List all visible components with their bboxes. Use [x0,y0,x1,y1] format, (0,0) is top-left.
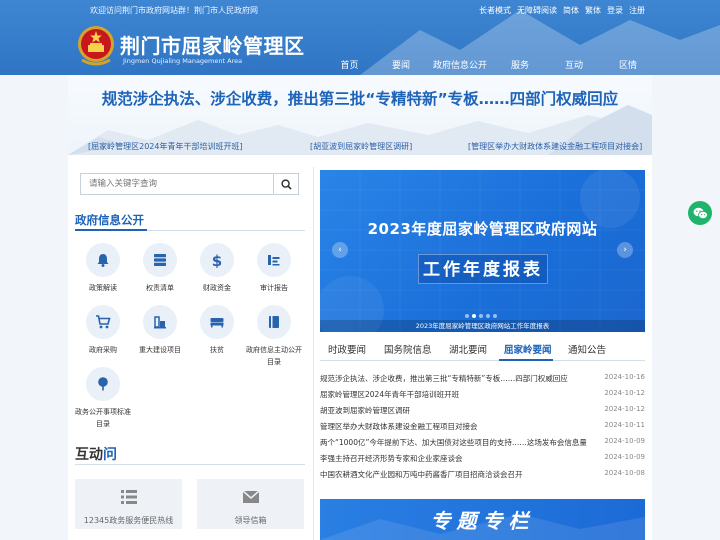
headline-banner: 规范涉企执法、涉企收费，推出第三批“专精特新”专板……四部门权威回应 [屈家岭管… [68,75,652,155]
chevron-right-icon: › [623,245,627,255]
feature-carousel[interactable]: 2023年度屈家岭管理区政府网站 工作年度报表 ‹ › 2023年度屈家岭管理区… [320,170,645,332]
elder-mode-link[interactable]: 长者模式 [479,5,511,16]
list-item[interactable]: 两个“1000亿”今年提前下达、加大国债对这些项目的支持……这场发布会信息量 20… [320,435,645,451]
carousel-next-button[interactable]: › [617,242,633,258]
sublink-research-visit[interactable]: [胡亚波到屈家岭管理区调研] [310,141,412,152]
nav-home[interactable]: 首页 [322,58,377,71]
list-item[interactable]: 规范涉企执法、涉企收费，推出第三批“专精特新”专板……四部门权威回应 2024-1… [320,371,645,387]
list-icon [120,490,137,504]
sublink-finance-meeting[interactable]: [管理区举办大财政体系建设金融工程项目对接会] [468,141,642,152]
nav-service[interactable]: 服务 [495,58,545,71]
gov-info-title: 政府信息公开 [75,213,144,227]
building-icon [154,316,166,329]
news-list: 规范涉企执法、涉企收费，推出第三批“专精特新”专板……四部门权威回应 2024-1… [320,371,645,483]
cart-icon [96,315,111,329]
simplified-chinese-link[interactable]: 简体 [563,5,579,16]
tab-notices[interactable]: 通知公告 [568,342,606,356]
list-item[interactable]: 屈家岭管理区2024年青年干部培训班开班 2024-10-12 [320,387,645,403]
gov-item-major-projects[interactable]: 重大建设项目 [131,305,189,356]
news-tabs: 时政要闻 国务院信息 湖北要闻 屈家岭要闻 通知公告 [320,339,645,361]
gov-item-audit-report[interactable]: 审计报告 [245,243,303,294]
register-link[interactable]: 注册 [629,5,645,16]
gov-item-policy-interpretation[interactable]: 政策解读 [74,243,132,294]
server-icon [154,254,166,266]
mail-icon [242,490,259,503]
chevron-left-icon: ‹ [338,245,342,255]
report-icon [268,255,280,266]
bell-icon [97,254,109,267]
accessibility-link[interactable]: 无障碍阅读 [517,5,557,16]
special-topics-banner[interactable]: 专题专栏 [320,499,645,540]
gov-item-fiscal-funds[interactable]: $ 财政资金 [188,243,246,294]
book-icon [269,316,279,328]
leader-mailbox-button[interactable]: 领导信箱 [197,479,304,529]
interact-title: 互动问 [75,447,117,463]
site-title[interactable]: 荆门市屈家岭管理区 [120,30,305,59]
interact-divider [75,464,305,465]
list-item[interactable]: 中国农耕酒文化产业园和万吨中药酱香厂项目招商洽谈会召开 2024-10-08 [320,467,645,483]
tab-current-affairs[interactable]: 时政要闻 [328,342,366,356]
carousel-dot[interactable] [472,314,476,318]
svg-text:$: $ [212,252,222,268]
carousel-dot[interactable] [465,314,469,318]
national-emblem-icon [78,26,114,66]
column-divider [313,167,314,540]
carousel-dots [465,314,497,318]
nav-interaction[interactable]: 互动 [545,58,603,71]
gov-item-poverty-alleviation[interactable]: 扶贫 [188,305,246,356]
nav-news[interactable]: 要闻 [377,58,425,71]
special-topics-label: 专题专栏 [430,509,535,533]
wechat-button[interactable] [688,201,712,225]
hotline-12345-button[interactable]: 12345政务服务便民热线 [75,479,182,529]
gov-item-power-list[interactable]: 权责清单 [131,243,189,294]
sublink-youth-training[interactable]: [屈家岭管理区2024年青年干部培训班开班] [88,141,243,152]
list-item[interactable]: 管理区举办大财政体系建设金融工程项目对接会 2024-10-11 [320,419,645,435]
search-icon [280,178,292,190]
headline-title[interactable]: 规范涉企执法、涉企收费，推出第三批“专精特新”专板……四部门权威回应 [78,87,642,111]
tab-hubei-news[interactable]: 湖北要闻 [449,342,487,356]
gov-item-standard-catalog[interactable]: 政务公开事项标准目录 [74,367,132,430]
list-item[interactable]: 李强主持召开经济形势专家和企业家座谈会 2024-10-09 [320,451,645,467]
top-links: 长者模式 无障碍阅读 简体 繁体 登录 注册 [479,5,645,16]
welcome-text: 欢迎访问荆门市政府网站群！荆门市人民政府网 [90,6,258,15]
active-tab-indicator [499,359,553,361]
nav-gov-info[interactable]: 政府信息公开 [425,58,495,71]
site-subtitle: Jingmen Qujialing Management Area [123,57,243,65]
search-button[interactable] [273,174,298,194]
login-link[interactable]: 登录 [607,5,623,16]
traditional-chinese-link[interactable]: 繁体 [585,5,601,16]
top-bar: 欢迎访问荆门市政府网站群！荆门市人民政府网 长者模式 无障碍阅读 简体 繁体 登… [0,0,720,20]
search-input[interactable] [81,174,273,194]
dollar-icon: $ [212,252,222,268]
carousel-dot[interactable] [479,314,483,318]
carousel-background [320,170,645,332]
tree-icon [98,377,108,391]
tab-state-council[interactable]: 国务院信息 [384,342,432,356]
carousel-caption: 2023年度屈家岭管理区政府网站工作年度报表 [320,320,645,332]
carousel-report-label: 工作年度报表 [418,254,548,284]
carousel-dot[interactable] [493,314,497,318]
carousel-title: 2023年度屈家岭管理区政府网站 [367,220,598,238]
wechat-icon [693,207,708,219]
gov-item-procurement[interactable]: 政府采购 [74,305,132,356]
main-nav: 首页 要闻 政府信息公开 服务 互动 区情 [322,58,653,71]
gov-info-accent-line [75,229,147,231]
nav-district-info[interactable]: 区情 [603,58,653,71]
main-content: 规范涉企执法、涉企收费，推出第三批“专精特新”专板……四部门权威回应 [屈家岭管… [68,75,652,540]
carousel-dot[interactable] [486,314,490,318]
tab-qujialing-news[interactable]: 屈家岭要闻 [504,342,552,356]
gov-item-public-info-catalog[interactable]: 政府信息主动公开目录 [245,305,303,368]
carousel-prev-button[interactable]: ‹ [332,242,348,258]
list-item[interactable]: 胡亚波到屈家岭管理区调研 2024-10-12 [320,403,645,419]
site-header: 欢迎访问荆门市政府网站群！荆门市人民政府网 长者模式 无障碍阅读 简体 繁体 登… [0,0,720,75]
search-box [80,173,299,195]
bed-icon [210,318,224,328]
